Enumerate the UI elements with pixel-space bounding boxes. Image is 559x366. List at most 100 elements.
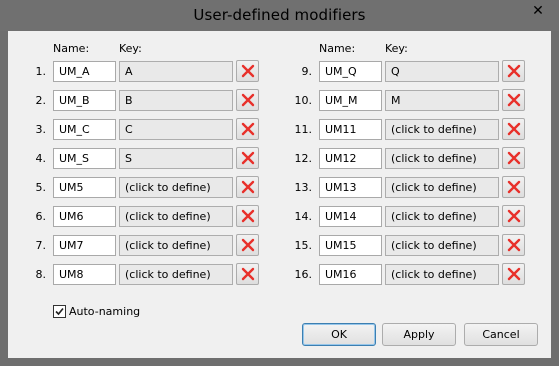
modifier-number: 5. [35,181,47,194]
modifier-key-field[interactable]: M [385,90,499,111]
delete-modifier-button[interactable] [236,205,259,227]
delete-modifier-button[interactable] [236,263,259,285]
modifier-name-input[interactable]: UM16 [319,264,382,285]
modifier-name-input[interactable]: UM8 [53,264,116,285]
modifier-name-input[interactable]: UM7 [53,235,116,256]
modifier-row: 8. UM8 (click to define) [8,263,268,286]
modifier-row: 12. UM12 (click to define) [274,147,534,170]
modifier-name-input[interactable]: UM6 [53,206,116,227]
modifier-name-input[interactable]: UM_B [53,90,116,111]
name-column-header: Name: [319,42,356,55]
modifier-row: 15. UM15 (click to define) [274,234,534,257]
modifier-name-input[interactable]: UM_Q [319,61,382,82]
modifier-name-input[interactable]: UM13 [319,177,382,198]
modifier-key-field[interactable]: (click to define) [385,264,499,285]
modifier-number: 14. [294,210,313,223]
modifier-number: 16. [294,268,313,281]
delete-x-icon [241,267,255,281]
modifier-row: 14. UM14 (click to define) [274,205,534,228]
modifier-key-field[interactable]: (click to define) [385,235,499,256]
modifier-row: 13. UM13 (click to define) [274,176,534,199]
modifier-name-input[interactable]: UM_M [319,90,382,111]
modifier-row: 9. UM_Q Q [274,60,534,83]
dialog-window: User-defined modifiers ✕ Name: Key: 1. UM_A… [0,0,559,366]
modifier-row: 4. UM_S S [8,147,268,170]
modifier-row: 16. UM16 (click to define) [274,263,534,286]
modifier-key-field[interactable]: (click to define) [385,119,499,140]
modifier-row: 2. UM_B B [8,89,268,112]
delete-x-icon [241,151,255,165]
checkmark-icon [55,307,64,316]
delete-modifier-button[interactable] [502,234,525,256]
modifier-key-field[interactable]: (click to define) [385,148,499,169]
modifier-key-field[interactable]: S [119,148,233,169]
modifier-row: 10. UM_M M [274,89,534,112]
delete-modifier-button[interactable] [502,118,525,140]
cancel-button[interactable]: Cancel [464,323,538,346]
close-button[interactable]: ✕ [525,1,551,21]
modifier-key-field[interactable]: (click to define) [385,206,499,227]
modifier-number: 12. [294,152,313,165]
delete-x-icon [241,180,255,194]
apply-button[interactable]: Apply [382,323,456,346]
modifier-number: 2. [35,94,47,107]
modifier-name-input[interactable]: UM_A [53,61,116,82]
auto-naming-checkbox[interactable] [53,305,66,318]
delete-modifier-button[interactable] [502,147,525,169]
modifier-row: 5. UM5 (click to define) [8,176,268,199]
delete-modifier-button[interactable] [502,176,525,198]
ok-button[interactable]: OK [302,323,376,346]
title-bar[interactable]: User-defined modifiers ✕ [0,0,559,31]
delete-modifier-button[interactable] [236,89,259,111]
modifier-key-field[interactable]: A [119,61,233,82]
modifier-number: 9. [301,65,313,78]
modifier-name-input[interactable]: UM_C [53,119,116,140]
modifier-key-field[interactable]: (click to define) [119,235,233,256]
modifier-row: 11. UM11 (click to define) [274,118,534,141]
delete-x-icon [507,267,521,281]
modifier-name-input[interactable]: UM_S [53,148,116,169]
auto-naming-label: Auto-naming [69,305,141,318]
dialog-client-area: Name: Key: 1. UM_A A 2. UM_B B 3. UM_C C 4. UM_S S 5. U… [8,31,551,358]
modifier-number: 7. [35,239,47,252]
modifier-number: 3. [35,123,47,136]
modifier-key-field[interactable]: (click to define) [385,177,499,198]
modifier-number: 10. [294,94,313,107]
modifier-row: 7. UM7 (click to define) [8,234,268,257]
modifier-name-input[interactable]: UM12 [319,148,382,169]
modifier-name-input[interactable]: UM11 [319,119,382,140]
delete-modifier-button[interactable] [502,263,525,285]
delete-modifier-button[interactable] [502,205,525,227]
modifier-number: 1. [35,65,47,78]
delete-modifier-button[interactable] [236,176,259,198]
modifier-key-field[interactable]: B [119,90,233,111]
delete-modifier-button[interactable] [236,60,259,82]
delete-x-icon [241,238,255,252]
delete-modifier-button[interactable] [502,60,525,82]
delete-x-icon [241,64,255,78]
key-column-header: Key: [385,42,408,55]
delete-x-icon [507,238,521,252]
modifier-key-field[interactable]: Q [385,61,499,82]
delete-modifier-button[interactable] [236,234,259,256]
window-title: User-defined modifiers [193,6,366,24]
modifier-number: 11. [294,123,313,136]
delete-x-icon [241,122,255,136]
delete-x-icon [507,209,521,223]
modifier-number: 6. [35,210,47,223]
delete-x-icon [507,122,521,136]
modifier-name-input[interactable]: UM15 [319,235,382,256]
delete-modifier-button[interactable] [236,118,259,140]
modifier-name-input[interactable]: UM5 [53,177,116,198]
delete-modifier-button[interactable] [236,147,259,169]
name-column-header: Name: [53,42,90,55]
modifier-key-field[interactable]: C [119,119,233,140]
modifier-key-field[interactable]: (click to define) [119,206,233,227]
modifier-key-field[interactable]: (click to define) [119,264,233,285]
modifier-key-field[interactable]: (click to define) [119,177,233,198]
modifier-row: 3. UM_C C [8,118,268,141]
modifier-row: 1. UM_A A [8,60,268,83]
modifier-name-input[interactable]: UM14 [319,206,382,227]
delete-x-icon [507,180,521,194]
delete-modifier-button[interactable] [502,89,525,111]
